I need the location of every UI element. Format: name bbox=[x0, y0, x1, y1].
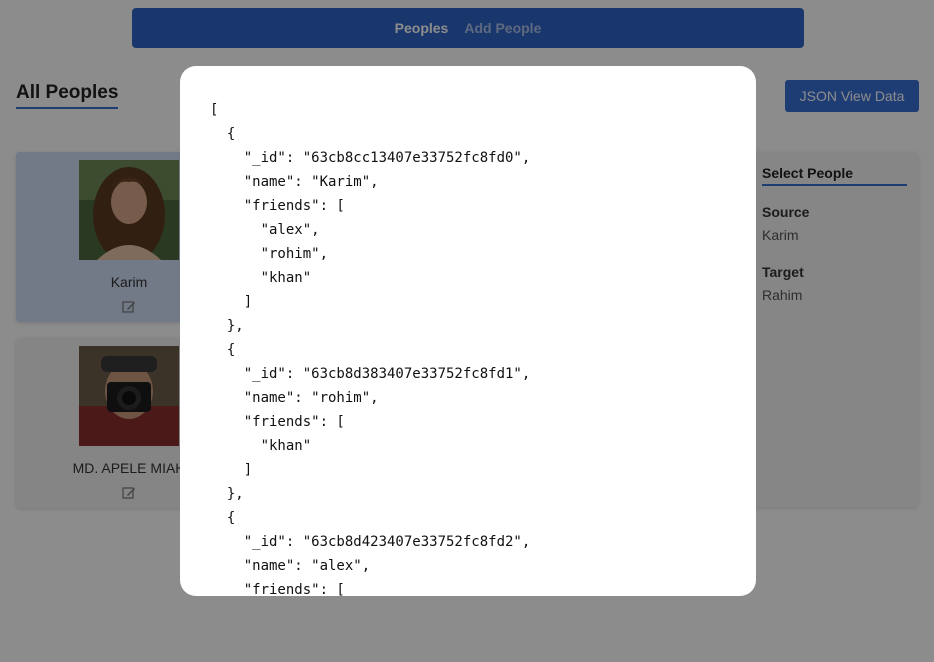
json-modal: [ { "_id": "63cb8cc13407e33752fc8fd0", "… bbox=[180, 66, 756, 596]
json-content: [ { "_id": "63cb8cc13407e33752fc8fd0", "… bbox=[210, 102, 531, 596]
